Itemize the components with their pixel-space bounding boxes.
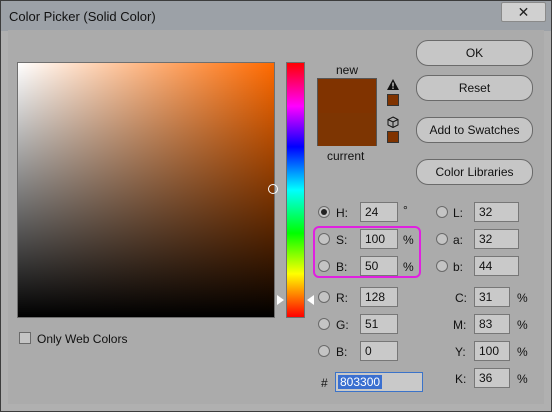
- saturation-input[interactable]: 100: [360, 229, 398, 249]
- hue-radio[interactable]: [318, 206, 330, 218]
- hue-unit: °: [403, 203, 408, 217]
- lab-l-label: L:: [453, 206, 464, 220]
- lab-l-radio[interactable]: [436, 206, 448, 218]
- green-label: G:: [336, 318, 349, 332]
- color-swatch: [317, 78, 377, 146]
- green-radio[interactable]: [318, 318, 330, 330]
- green-input[interactable]: 51: [360, 314, 398, 334]
- cyan-input[interactable]: 31: [474, 287, 510, 307]
- black-unit: %: [517, 372, 528, 386]
- add-to-swatches-button[interactable]: Add to Swatches: [416, 117, 533, 143]
- cyan-label: C:: [455, 291, 467, 305]
- current-label: current: [327, 149, 365, 163]
- warning-triangle-icon[interactable]: [387, 79, 399, 90]
- hue-slider-right-arrow[interactable]: [307, 295, 314, 305]
- cyan-unit: %: [517, 291, 528, 305]
- black-label: K:: [455, 372, 467, 386]
- brightness-radio[interactable]: [318, 260, 330, 272]
- yellow-label: Y:: [455, 345, 466, 359]
- only-web-colors-label[interactable]: Only Web Colors: [37, 332, 127, 346]
- blue-input[interactable]: 0: [360, 341, 398, 361]
- lab-b-label: b:: [453, 260, 464, 274]
- red-input[interactable]: 128: [360, 287, 398, 307]
- hue-slider[interactable]: [286, 62, 305, 318]
- saturation-label: S:: [336, 233, 348, 247]
- cube-icon[interactable]: [387, 116, 399, 128]
- hex-label: #: [321, 376, 328, 390]
- new-label: new: [336, 63, 359, 77]
- red-label: R:: [336, 291, 348, 305]
- saturation-unit: %: [403, 233, 414, 247]
- lab-a-radio[interactable]: [436, 233, 448, 245]
- hex-input[interactable]: 803300: [335, 372, 423, 392]
- new-color-swatch: [318, 79, 376, 113]
- magenta-label: M:: [453, 318, 467, 332]
- hue-slider-left-arrow[interactable]: [277, 295, 284, 305]
- brightness-input[interactable]: 50: [360, 256, 398, 276]
- black-input[interactable]: 36: [474, 368, 510, 388]
- color-field-marker[interactable]: [268, 184, 278, 194]
- close-icon: ✕: [517, 3, 530, 20]
- magenta-input[interactable]: 83: [474, 314, 510, 334]
- lab-a-label: a:: [453, 233, 464, 247]
- brightness-label: B:: [336, 260, 348, 274]
- current-color-swatch[interactable]: [318, 113, 376, 146]
- window-title: Color Picker (Solid Color): [9, 9, 156, 24]
- yellow-input[interactable]: 100: [474, 341, 510, 361]
- only-web-colors-checkbox[interactable]: [19, 332, 31, 344]
- yellow-unit: %: [517, 345, 528, 359]
- magenta-unit: %: [517, 318, 528, 332]
- gamut-warning-swatch[interactable]: [387, 94, 399, 106]
- lab-l-input[interactable]: 32: [474, 202, 519, 222]
- ok-button[interactable]: OK: [416, 40, 533, 66]
- lab-a-input[interactable]: 32: [474, 229, 519, 249]
- reset-button[interactable]: Reset: [416, 75, 533, 101]
- web-safe-swatch[interactable]: [387, 131, 399, 143]
- hue-label: H:: [336, 206, 348, 220]
- brightness-unit: %: [403, 260, 414, 274]
- color-field[interactable]: [17, 62, 275, 318]
- blue-label: B:: [336, 345, 348, 359]
- hue-input[interactable]: 24: [360, 202, 398, 222]
- hex-value: 803300: [338, 375, 383, 389]
- close-button[interactable]: ✕: [501, 2, 546, 22]
- lab-b-input[interactable]: 44: [474, 256, 519, 276]
- saturation-radio[interactable]: [318, 233, 330, 245]
- blue-radio[interactable]: [318, 345, 330, 357]
- color-libraries-button[interactable]: Color Libraries: [416, 159, 533, 185]
- red-radio[interactable]: [318, 291, 330, 303]
- title-bar: Color Picker (Solid Color): [1, 1, 551, 31]
- lab-b-radio[interactable]: [436, 260, 448, 272]
